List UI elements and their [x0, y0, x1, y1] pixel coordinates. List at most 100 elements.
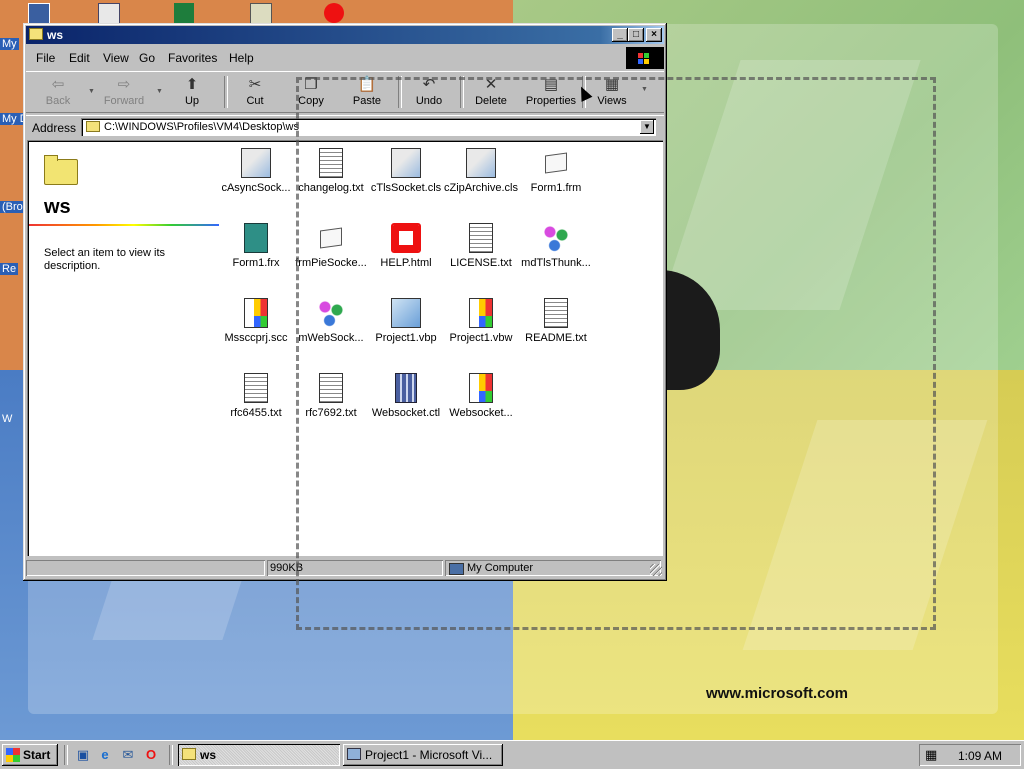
explorer-window[interactable]: ws _ □ × File Edit View Go Favorites Hel…: [23, 23, 667, 581]
file-name: LICENSE.txt: [450, 257, 512, 269]
start-label: Start: [23, 748, 51, 762]
file-item[interactable]: Websocket...: [444, 369, 518, 439]
paste-label: Paste: [352, 95, 382, 107]
large-folder-icon: [44, 155, 78, 185]
binary-file-icon: [244, 223, 268, 253]
undo-button[interactable]: ↶ Undo: [401, 74, 457, 110]
file-item[interactable]: frmPieSocke...: [294, 219, 368, 289]
address-value[interactable]: C:\WINDOWS\Profiles\VM4\Desktop\ws: [104, 121, 299, 133]
delete-button[interactable]: ✕ Delete: [463, 74, 519, 110]
file-name: rfc7692.txt: [305, 407, 357, 419]
folder-icon: [86, 121, 100, 132]
views-button[interactable]: ▦ Views: [584, 74, 640, 110]
text-file-icon: [319, 148, 343, 178]
file-item[interactable]: Mssccprj.scc: [219, 294, 293, 364]
address-dropdown-button[interactable]: ▼: [640, 120, 654, 134]
text-file-icon: [544, 298, 568, 328]
file-item[interactable]: rfc6455.txt: [219, 369, 293, 439]
file-item[interactable]: rfc7692.txt: [294, 369, 368, 439]
cut-button[interactable]: ✂ Cut: [227, 74, 283, 110]
start-button[interactable]: Start: [2, 744, 58, 766]
clock[interactable]: 1:09 AM: [958, 749, 1002, 763]
copy-label: Copy: [298, 95, 324, 107]
minimize-button[interactable]: _: [612, 28, 628, 42]
file-item[interactable]: cAsyncSock...: [219, 144, 293, 214]
file-item[interactable]: cZipArchive.cls: [444, 144, 518, 214]
file-item[interactable]: HELP.html: [369, 219, 443, 289]
file-name: Project1.vbw: [449, 332, 513, 344]
outlook-express-icon[interactable]: ✉: [120, 747, 136, 763]
text-file-icon: [244, 373, 268, 403]
vb-form-icon: [545, 152, 567, 174]
folder-view[interactable]: ws Select an item to view its descriptio…: [27, 140, 663, 556]
quicklaunch-separator: [64, 745, 68, 765]
views-dropdown-icon[interactable]: ▼: [641, 86, 648, 93]
forward-button[interactable]: ⇨ Forward: [96, 74, 152, 110]
title-bar[interactable]: ws _ □ ×: [26, 26, 664, 44]
opera-icon[interactable]: [324, 3, 344, 23]
excel-icon[interactable]: [174, 3, 194, 23]
text-file-icon: [469, 223, 493, 253]
file-name: Form1.frm: [530, 182, 582, 194]
scheduler-tray-icon[interactable]: ▦: [925, 747, 941, 763]
paste-button[interactable]: 📋 Paste: [339, 74, 395, 110]
vb-class-icon: [466, 148, 496, 178]
file-item[interactable]: Project1.vbp: [369, 294, 443, 364]
menu-help[interactable]: Help: [229, 51, 254, 65]
file-item[interactable]: mWebSock...: [294, 294, 368, 364]
resize-grip[interactable]: [650, 564, 662, 576]
desktop-label-w[interactable]: W: [0, 413, 14, 425]
status-objects: [26, 560, 265, 576]
file-item[interactable]: cTlsSocket.cls: [369, 144, 443, 214]
file-item[interactable]: LICENSE.txt: [444, 219, 518, 289]
forward-dropdown-icon[interactable]: ▼: [156, 88, 163, 95]
opera-icon[interactable]: O: [143, 747, 159, 763]
windows-logo-icon: [626, 47, 664, 69]
copy-button[interactable]: ❐ Copy: [283, 74, 339, 110]
file-item[interactable]: Websocket.ctl: [369, 369, 443, 439]
scheduler-icon[interactable]: [250, 3, 272, 25]
status-bar: 990KB My Computer: [26, 559, 664, 578]
desktop-label-my-computer[interactable]: My: [0, 38, 19, 50]
address-field[interactable]: C:\WINDOWS\Profiles\VM4\Desktop\ws ▼: [81, 118, 656, 136]
menu-view[interactable]: View: [103, 51, 129, 65]
back-button[interactable]: ⇦ Back: [30, 74, 86, 110]
file-item[interactable]: mdTlsThunk...: [519, 219, 593, 289]
back-dropdown-icon[interactable]: ▼: [88, 88, 95, 95]
desktop-label-browse[interactable]: (Bro: [0, 201, 25, 213]
my-computer-icon[interactable]: [28, 3, 50, 25]
outlook-express-icon[interactable]: [98, 3, 120, 25]
folder-icon: [182, 748, 196, 760]
up-button[interactable]: ⬆ Up: [164, 74, 220, 110]
file-name: rfc6455.txt: [230, 407, 282, 419]
desktop-label-recycle[interactable]: Re: [0, 263, 19, 275]
forward-arrow-icon: ⇨: [117, 76, 131, 93]
file-name: cAsyncSock...: [221, 182, 291, 194]
taskbar: Start ▣ e ✉ O ws Project1 - Microsoft Vi…: [0, 740, 1024, 769]
file-name: mdTlsThunk...: [521, 257, 591, 269]
task-button-ws[interactable]: ws: [178, 744, 340, 766]
show-desktop-icon[interactable]: ▣: [75, 747, 91, 763]
undo-arrow-icon: ↶: [422, 76, 436, 93]
properties-label: Properties: [525, 95, 577, 107]
file-item[interactable]: Form1.frx: [219, 219, 293, 289]
internet-explorer-icon[interactable]: e: [97, 747, 113, 763]
menu-go[interactable]: Go: [139, 51, 155, 65]
file-item[interactable]: changelog.txt: [294, 144, 368, 214]
close-button[interactable]: ×: [646, 28, 662, 42]
zone-label: My Computer: [467, 562, 534, 574]
vb-module-icon: [316, 298, 346, 328]
file-item[interactable]: README.txt: [519, 294, 593, 364]
maximize-button[interactable]: □: [628, 28, 644, 42]
file-item[interactable]: Project1.vbw: [444, 294, 518, 364]
standard-toolbar: ⇦ Back ▼ ⇨ Forward ▼ ⬆ Up ✂ Cut ❐ Copy 📋…: [26, 71, 664, 113]
properties-button[interactable]: ▤ Properties: [520, 74, 582, 110]
task-button-project1[interactable]: Project1 - Microsoft Vi...: [343, 744, 503, 766]
menu-file[interactable]: File: [36, 51, 55, 65]
menu-edit[interactable]: Edit: [69, 51, 90, 65]
menu-favorites[interactable]: Favorites: [168, 51, 217, 65]
vb-class-icon: [391, 148, 421, 178]
file-item[interactable]: Form1.frm: [519, 144, 593, 214]
quicklaunch-separator: [169, 745, 173, 765]
file-name: Mssccprj.scc: [224, 332, 288, 344]
